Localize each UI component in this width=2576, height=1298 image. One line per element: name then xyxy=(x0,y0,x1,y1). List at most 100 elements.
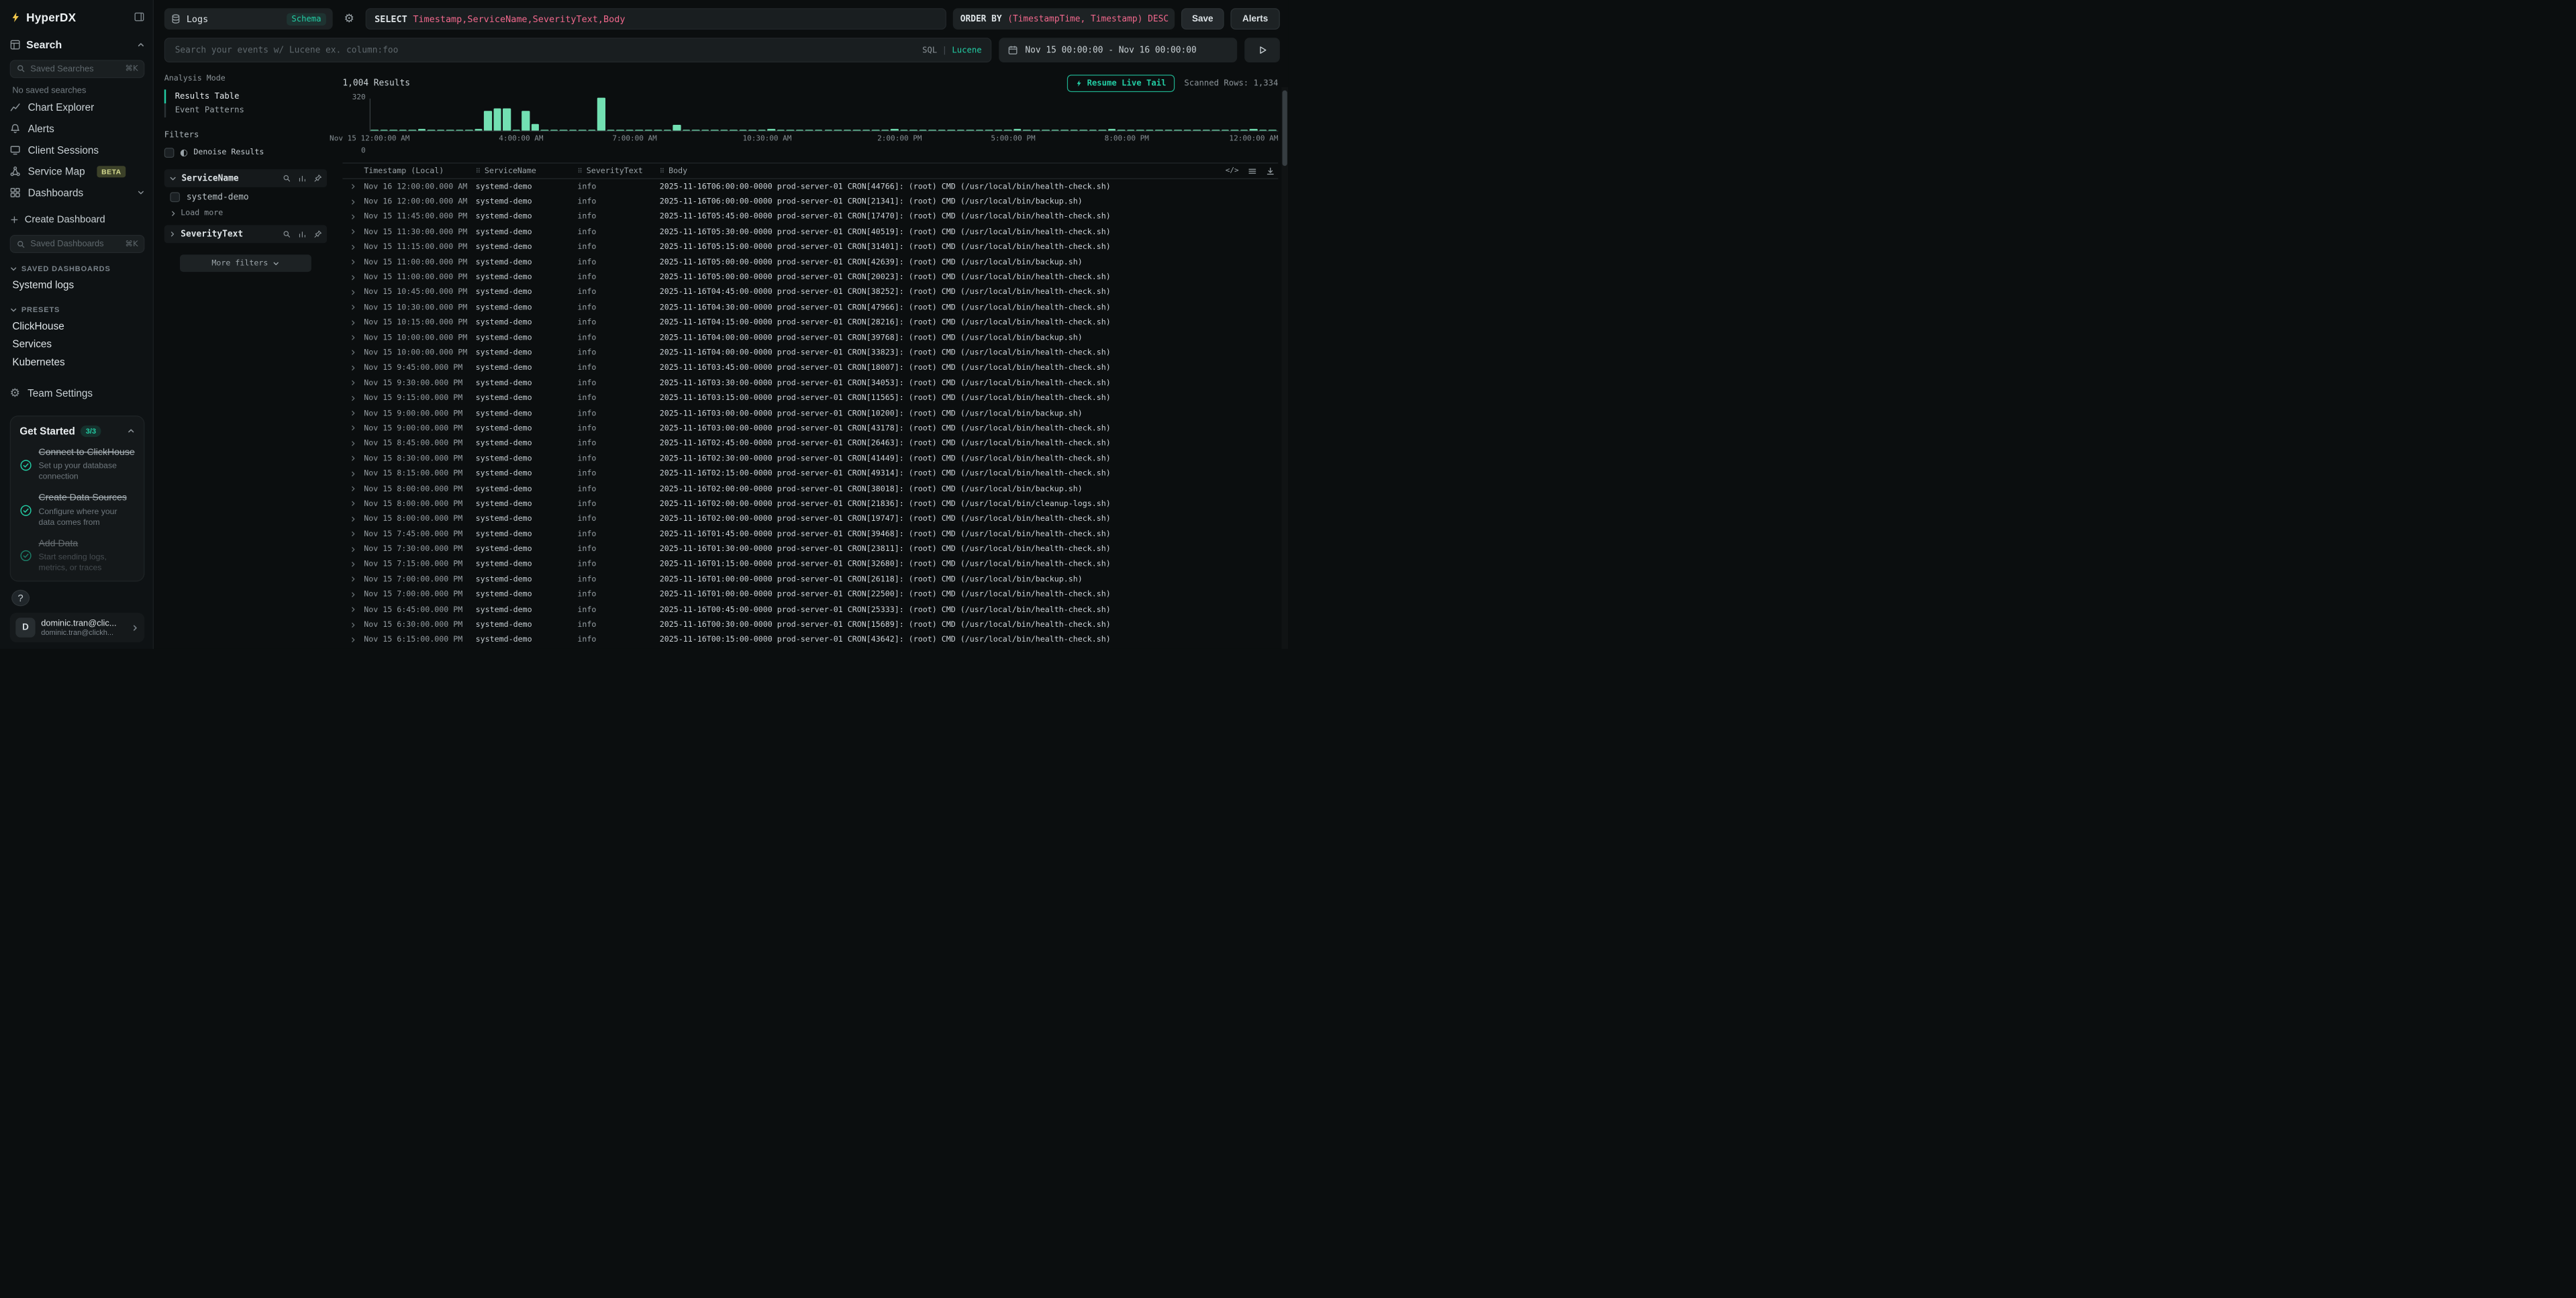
table-row[interactable]: Nov 15 10:15:00.000 PM systemd-demo info… xyxy=(342,315,1278,330)
histogram-bar[interactable] xyxy=(862,130,871,131)
row-expand-chevron-icon[interactable] xyxy=(342,319,364,326)
histogram-bar[interactable] xyxy=(1174,130,1182,131)
row-expand-chevron-icon[interactable] xyxy=(342,576,364,583)
table-row[interactable]: Nov 15 10:45:00.000 PM systemd-demo info… xyxy=(342,285,1278,300)
histogram-bar[interactable] xyxy=(635,130,643,131)
sidebar-item-client-sessions[interactable]: Client Sessions xyxy=(10,139,145,160)
user-menu[interactable]: D dominic.tran@clic... dominic.tran@clic… xyxy=(10,613,145,642)
histogram-bar[interactable] xyxy=(815,130,823,131)
table-row[interactable]: Nov 15 8:45:00.000 PM systemd-demo info … xyxy=(342,436,1278,451)
sidebar-item-dashboards[interactable]: Dashboards xyxy=(10,182,145,203)
table-row[interactable]: Nov 15 9:30:00.000 PM systemd-demo info … xyxy=(342,375,1278,391)
row-expand-chevron-icon[interactable] xyxy=(342,606,364,613)
histogram-bar[interactable] xyxy=(909,130,918,131)
row-expand-chevron-icon[interactable] xyxy=(342,304,364,311)
help-button[interactable]: ? xyxy=(11,590,30,607)
get-started-step-connect-to-clickhouse[interactable]: Connect to ClickHouse Set up your databa… xyxy=(19,447,134,483)
get-started-step-add-data[interactable]: Add Data Start sending logs, metrics, or… xyxy=(19,538,134,573)
histogram-bar[interactable] xyxy=(1042,130,1050,131)
histogram-bar[interactable] xyxy=(1269,130,1277,131)
histogram-bar[interactable] xyxy=(834,130,842,131)
save-button[interactable]: Save xyxy=(1181,8,1224,30)
table-row[interactable]: Nov 15 10:00:00.000 PM systemd-demo info… xyxy=(342,330,1278,346)
table-row[interactable]: Nov 15 9:00:00.000 PM systemd-demo info … xyxy=(342,405,1278,421)
row-expand-chevron-icon[interactable] xyxy=(342,183,364,190)
histogram-bar[interactable] xyxy=(1060,130,1069,131)
histogram-bar[interactable] xyxy=(493,109,501,131)
table-row[interactable]: Nov 15 8:30:00.000 PM systemd-demo info … xyxy=(342,451,1278,466)
table-row[interactable]: Nov 16 12:00:00.000 AM systemd-demo info… xyxy=(342,194,1278,209)
row-expand-chevron-icon[interactable] xyxy=(342,546,364,552)
search-section-header[interactable]: Search xyxy=(10,38,145,52)
histogram-bar[interactable] xyxy=(550,130,558,131)
row-expand-chevron-icon[interactable] xyxy=(342,395,364,401)
table-row[interactable]: Nov 15 9:15:00.000 PM systemd-demo info … xyxy=(342,391,1278,406)
histogram-bar[interactable] xyxy=(956,130,964,131)
source-selector[interactable]: Logs Schema xyxy=(164,8,333,30)
row-expand-chevron-icon[interactable] xyxy=(342,410,364,417)
histogram-bar[interactable] xyxy=(1136,130,1144,131)
table-row[interactable]: Nov 15 7:00:00.000 PM systemd-demo info … xyxy=(342,572,1278,587)
histogram-bar[interactable] xyxy=(1231,130,1239,131)
histogram-bar[interactable] xyxy=(805,130,813,131)
schema-link[interactable]: Schema xyxy=(287,13,326,25)
histogram-bar[interactable] xyxy=(683,130,691,131)
histogram-bar[interactable] xyxy=(512,130,520,131)
table-row[interactable]: Nov 15 8:00:00.000 PM systemd-demo info … xyxy=(342,481,1278,497)
histogram-bar[interactable] xyxy=(1051,130,1059,131)
table-row[interactable]: Nov 15 6:45:00.000 PM systemd-demo info … xyxy=(342,602,1278,617)
histogram-bar[interactable] xyxy=(645,130,653,131)
histogram-bar[interactable] xyxy=(616,130,624,131)
table-row[interactable]: Nov 15 9:45:00.000 PM systemd-demo info … xyxy=(342,360,1278,376)
column-header-servicename[interactable]: ⠿ServiceName xyxy=(476,166,578,175)
table-row[interactable]: Nov 15 8:15:00.000 PM systemd-demo info … xyxy=(342,466,1278,481)
chevron-up-icon[interactable] xyxy=(128,428,135,435)
histogram-bar[interactable] xyxy=(475,130,483,131)
histogram-bar[interactable] xyxy=(852,130,860,131)
run-query-button[interactable] xyxy=(1244,38,1280,62)
histogram-bar[interactable] xyxy=(1146,130,1154,131)
histogram-bar[interactable] xyxy=(1155,130,1163,131)
orderby-clause-editor[interactable]: ORDER BY (TimestampTime, Timestamp) DESC xyxy=(953,8,1175,30)
histogram-bar[interactable] xyxy=(1004,130,1012,131)
filter-group-header-servicename[interactable]: ServiceName xyxy=(164,169,327,187)
row-expand-chevron-icon[interactable] xyxy=(342,244,364,250)
histogram-bar[interactable] xyxy=(399,130,407,131)
histogram-bar[interactable] xyxy=(1127,130,1135,131)
histogram-bar[interactable] xyxy=(881,130,889,131)
drag-handle-icon[interactable]: ⠿ xyxy=(577,167,582,174)
histogram-bar[interactable] xyxy=(607,130,615,131)
download-icon[interactable] xyxy=(1266,166,1275,175)
row-expand-chevron-icon[interactable] xyxy=(342,561,364,568)
table-row[interactable]: Nov 15 11:00:00.000 PM systemd-demo info… xyxy=(342,254,1278,270)
row-expand-chevron-icon[interactable] xyxy=(342,455,364,462)
row-expand-chevron-icon[interactable] xyxy=(342,636,364,643)
denoise-checkbox[interactable] xyxy=(164,148,175,158)
histogram-bar[interactable] xyxy=(664,130,672,131)
histogram-bar[interactable] xyxy=(938,130,946,131)
row-expand-chevron-icon[interactable] xyxy=(342,485,364,492)
histogram-bar[interactable] xyxy=(654,130,662,131)
table-row[interactable]: Nov 15 8:00:00.000 PM systemd-demo info … xyxy=(342,496,1278,511)
row-density-icon[interactable] xyxy=(1248,166,1256,175)
saved-dashboards-input[interactable]: Saved Dashboards ⌘K xyxy=(10,235,145,253)
create-dashboard-button[interactable]: Create Dashboard xyxy=(10,211,145,228)
table-row[interactable]: Nov 15 7:30:00.000 PM systemd-demo info … xyxy=(342,542,1278,557)
checkbox[interactable] xyxy=(170,192,180,202)
histogram-bar[interactable] xyxy=(484,111,492,130)
row-expand-chevron-icon[interactable] xyxy=(342,259,364,266)
histogram-bar[interactable] xyxy=(1032,130,1040,131)
histogram-bar[interactable] xyxy=(1240,130,1248,131)
histogram-bar[interactable] xyxy=(380,130,388,131)
row-expand-chevron-icon[interactable] xyxy=(342,515,364,522)
table-row[interactable]: Nov 15 11:00:00.000 PM systemd-demo info… xyxy=(342,270,1278,285)
table-row[interactable]: Nov 15 11:45:00.000 PM systemd-demo info… xyxy=(342,209,1278,225)
mode-event-patterns[interactable]: Event Patterns xyxy=(164,103,327,117)
histogram-bar[interactable] xyxy=(1250,130,1258,131)
date-range-picker[interactable]: Nov 15 00:00:00 - Nov 16 00:00:00 xyxy=(999,38,1237,62)
mode-lucene[interactable]: Lucene xyxy=(952,46,981,54)
filter-option-systemd-demo[interactable]: systemd-demo xyxy=(164,187,327,203)
collapse-sidebar-icon[interactable] xyxy=(134,12,144,23)
column-header-body[interactable]: ⠿Body </> xyxy=(660,166,1279,175)
histogram-bar[interactable] xyxy=(947,130,955,131)
